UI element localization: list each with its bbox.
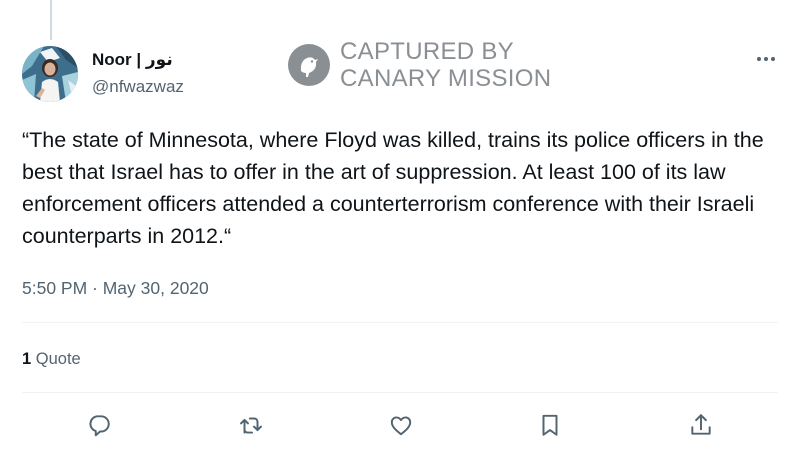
share-button[interactable]	[688, 412, 714, 438]
share-icon	[691, 414, 711, 435]
reply-button[interactable]	[86, 412, 112, 438]
divider-bottom	[22, 392, 778, 393]
capture-watermark: CAPTURED BY CANARY MISSION	[287, 38, 551, 92]
like-icon	[390, 416, 412, 436]
retweet-icon	[240, 417, 262, 434]
quote-label: Quote	[35, 350, 81, 368]
like-button[interactable]	[388, 412, 414, 438]
thread-connector-line	[50, 0, 52, 40]
author-display-name[interactable]: Noor | نور	[92, 48, 184, 72]
reply-icon	[89, 415, 110, 437]
tweet-author: Noor | نور @nfwazwaz	[92, 48, 184, 99]
bookmark-icon	[542, 414, 558, 436]
quote-count: 1	[22, 350, 32, 368]
watermark-line-2: CANARY MISSION	[340, 65, 552, 92]
retweet-button[interactable]	[238, 412, 264, 438]
tweet-text: “The state of Minnesota, where Floyd was…	[22, 128, 764, 248]
tweet-timestamp[interactable]: 5:50 PM · May 30, 2020	[22, 276, 209, 300]
watermark-line-1: CAPTURED BY	[340, 38, 514, 65]
avatar-image	[22, 46, 78, 102]
canary-bird-icon	[288, 44, 330, 86]
author-handle[interactable]: @nfwazwaz	[92, 75, 184, 99]
more-horizontal-icon[interactable]	[754, 51, 778, 67]
divider-top	[22, 322, 778, 323]
quote-stats[interactable]: 1 Quote	[22, 347, 81, 371]
avatar[interactable]	[22, 46, 78, 102]
bookmark-button[interactable]	[537, 412, 563, 438]
